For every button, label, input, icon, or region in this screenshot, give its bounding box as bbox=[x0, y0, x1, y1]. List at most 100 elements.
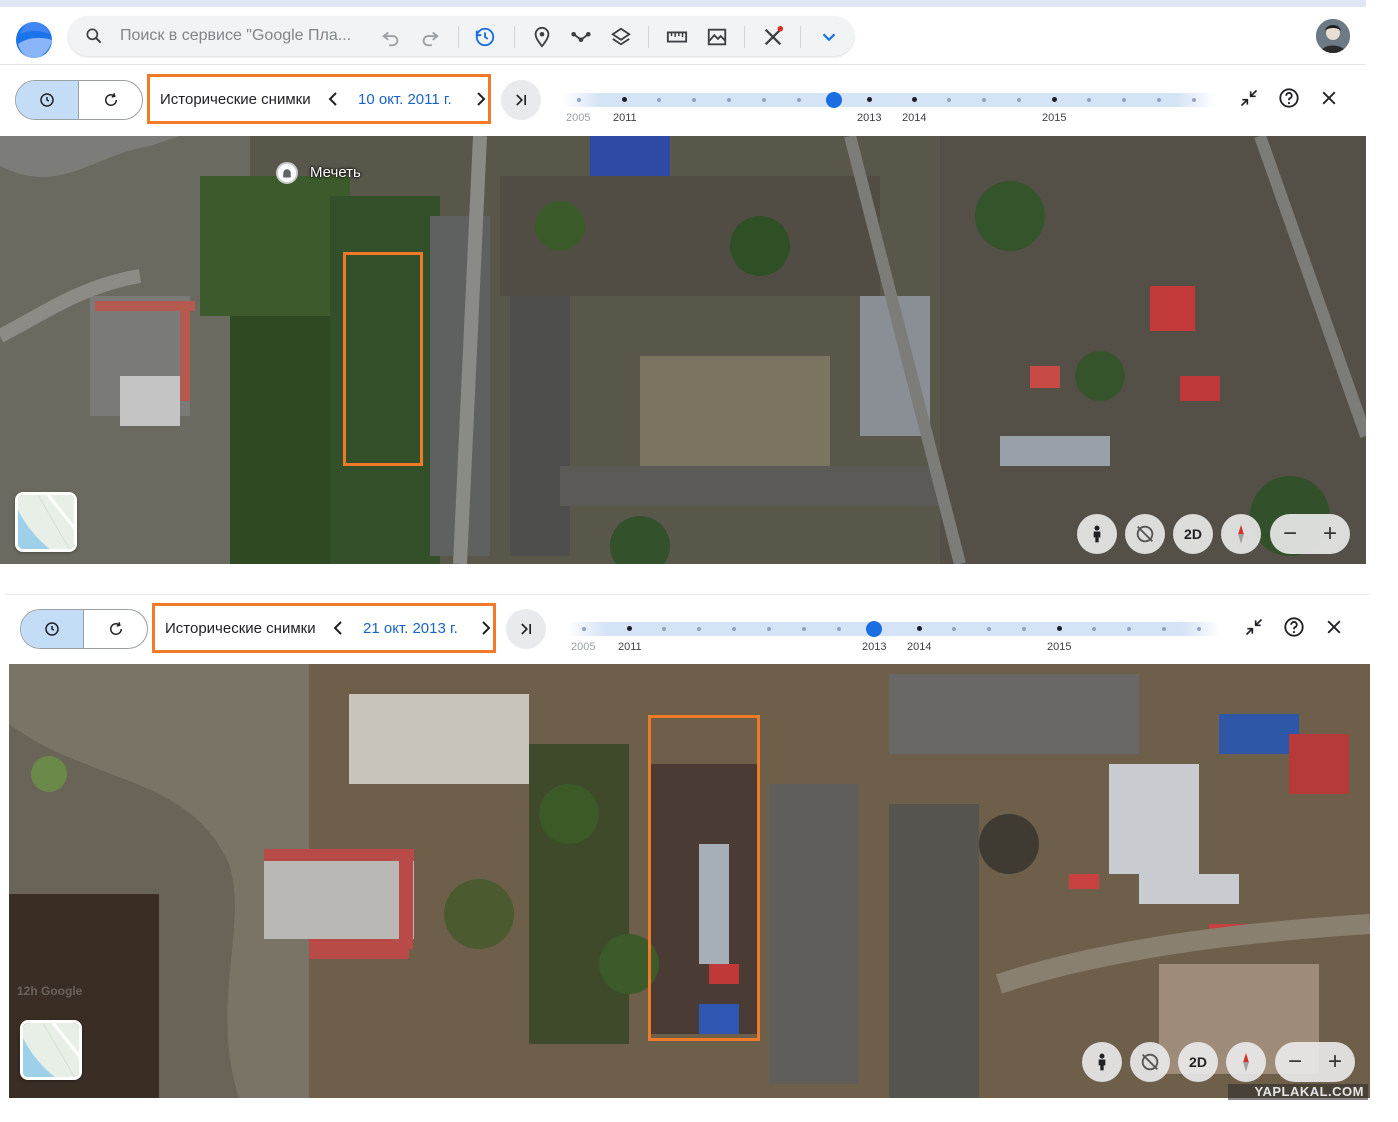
historical-date-box: Исторические снимки 21 окт. 2013 г. bbox=[152, 603, 496, 653]
mosque-pin-icon[interactable] bbox=[276, 162, 298, 184]
timeline-dot[interactable] bbox=[1092, 627, 1096, 631]
timeline-dot[interactable] bbox=[727, 98, 731, 102]
mosque-label[interactable]: Мечеть bbox=[310, 164, 361, 181]
undo-icon[interactable] bbox=[378, 24, 404, 50]
app-bar bbox=[0, 7, 1366, 65]
zoom-out-button[interactable]: − bbox=[1288, 1048, 1302, 1076]
timeline-dot[interactable] bbox=[582, 627, 586, 631]
timeline-dot[interactable] bbox=[987, 627, 991, 631]
timeline-dot[interactable] bbox=[692, 98, 696, 102]
redo-icon[interactable] bbox=[417, 24, 443, 50]
timeline-dot[interactable] bbox=[1022, 627, 1026, 631]
collapse-icon[interactable] bbox=[1240, 613, 1268, 641]
help-icon[interactable] bbox=[1280, 613, 1308, 641]
view-2d-button[interactable]: 2D bbox=[1178, 1042, 1218, 1082]
timeline-dot[interactable] bbox=[1017, 98, 1021, 102]
timeline-dot[interactable] bbox=[697, 627, 701, 631]
zoom-in-button[interactable]: + bbox=[1323, 520, 1337, 548]
tilt-disabled-icon[interactable] bbox=[1125, 514, 1165, 554]
timeline-dot[interactable] bbox=[627, 626, 632, 631]
current-mode-button[interactable] bbox=[79, 81, 142, 119]
satellite-map-2011[interactable]: Мечеть 2D − + bbox=[0, 136, 1366, 564]
highlight-rectangle bbox=[343, 252, 423, 466]
jump-to-latest-button[interactable] bbox=[501, 80, 541, 120]
timeline-dot[interactable] bbox=[1157, 98, 1161, 102]
timeline-dot[interactable] bbox=[797, 98, 801, 102]
place-marker-icon[interactable] bbox=[529, 24, 555, 50]
zoom-control: − + bbox=[1275, 1042, 1355, 1082]
historical-mode-button[interactable] bbox=[21, 610, 84, 648]
timeline-dot[interactable] bbox=[1162, 627, 1166, 631]
collapse-icon[interactable] bbox=[1235, 84, 1263, 112]
timeline-selected-marker[interactable] bbox=[826, 92, 842, 108]
timeline-dot[interactable] bbox=[917, 626, 922, 631]
path-icon[interactable] bbox=[568, 24, 594, 50]
next-date-chevron-icon[interactable] bbox=[477, 618, 495, 638]
timeline-year-label: 2013 bbox=[857, 112, 882, 124]
help-icon[interactable] bbox=[1275, 84, 1303, 112]
zoom-in-button[interactable]: + bbox=[1328, 1048, 1342, 1076]
timeline-dot[interactable] bbox=[767, 627, 771, 631]
close-icon[interactable] bbox=[1315, 84, 1343, 112]
timeline-dot[interactable] bbox=[1197, 627, 1201, 631]
timeline-dot[interactable] bbox=[662, 627, 666, 631]
zoom-out-button[interactable]: − bbox=[1283, 520, 1297, 548]
timeline-dot[interactable] bbox=[1057, 626, 1062, 631]
satellite-imagery bbox=[0, 136, 1366, 564]
timeline-track[interactable] bbox=[567, 621, 1221, 637]
measure-icon[interactable] bbox=[664, 24, 690, 50]
selected-date[interactable]: 10 окт. 2011 г. bbox=[358, 91, 452, 108]
timeline-year-label: 2011 bbox=[613, 112, 637, 124]
next-date-chevron-icon[interactable] bbox=[472, 89, 490, 109]
pegman-icon[interactable] bbox=[1082, 1042, 1122, 1082]
timeline-dot[interactable] bbox=[1087, 98, 1091, 102]
historical-mode-button[interactable] bbox=[16, 81, 79, 119]
google-earth-logo-icon[interactable] bbox=[14, 20, 54, 60]
historical-imagery-icon[interactable] bbox=[472, 24, 498, 50]
timeline-dot[interactable] bbox=[622, 97, 627, 102]
timeline-year-label: 2015 bbox=[1047, 641, 1072, 653]
timeline-dot[interactable] bbox=[947, 98, 951, 102]
timeline-dot[interactable] bbox=[1052, 97, 1057, 102]
timeline-dot[interactable] bbox=[912, 97, 917, 102]
expand-chevron-icon[interactable] bbox=[816, 24, 842, 50]
timeline-dot[interactable] bbox=[867, 97, 872, 102]
avatar[interactable] bbox=[1316, 19, 1350, 53]
current-mode-button[interactable] bbox=[84, 610, 147, 648]
jump-to-latest-button[interactable] bbox=[506, 609, 546, 649]
view-2d-button[interactable]: 2D bbox=[1173, 514, 1213, 554]
timeline-track[interactable] bbox=[562, 92, 1216, 108]
close-icon[interactable] bbox=[1320, 613, 1348, 641]
timeline-dot[interactable] bbox=[837, 627, 841, 631]
selected-date[interactable]: 21 окт. 2013 г. bbox=[363, 620, 458, 637]
pegman-icon[interactable] bbox=[1077, 514, 1117, 554]
timeline-year-label: 2015 bbox=[1042, 112, 1067, 124]
timeline-dot[interactable] bbox=[802, 627, 806, 631]
skip-to-end-icon bbox=[521, 623, 531, 635]
timeline-dot[interactable] bbox=[1122, 98, 1126, 102]
search-icon[interactable] bbox=[84, 26, 104, 46]
image-overlay-icon[interactable] bbox=[704, 24, 730, 50]
timeline-dot[interactable] bbox=[732, 627, 736, 631]
toolbar-divider bbox=[648, 26, 649, 48]
search-input[interactable] bbox=[120, 24, 360, 48]
timeline-dot[interactable] bbox=[762, 98, 766, 102]
map-type-thumbnail[interactable] bbox=[15, 492, 77, 552]
map-type-thumbnail[interactable] bbox=[20, 1020, 82, 1080]
projects-icon[interactable] bbox=[760, 24, 786, 50]
tilt-disabled-icon[interactable] bbox=[1130, 1042, 1170, 1082]
timeline-dot[interactable] bbox=[982, 98, 986, 102]
timeline-dot[interactable] bbox=[657, 98, 661, 102]
timeline-dot[interactable] bbox=[1192, 98, 1196, 102]
timeline-dot[interactable] bbox=[1127, 627, 1131, 631]
timeline-selected-marker[interactable] bbox=[866, 621, 882, 637]
toolbar-divider bbox=[514, 26, 515, 48]
previous-date-chevron-icon[interactable] bbox=[324, 89, 342, 109]
layers-icon[interactable] bbox=[608, 24, 634, 50]
compass-icon[interactable] bbox=[1221, 514, 1261, 554]
satellite-map-2013[interactable]: 12h Google 2D − + bbox=[9, 664, 1370, 1098]
timeline-dot[interactable] bbox=[952, 627, 956, 631]
compass-icon[interactable] bbox=[1226, 1042, 1266, 1082]
previous-date-chevron-icon[interactable] bbox=[329, 618, 347, 638]
timeline-dot[interactable] bbox=[577, 98, 581, 102]
